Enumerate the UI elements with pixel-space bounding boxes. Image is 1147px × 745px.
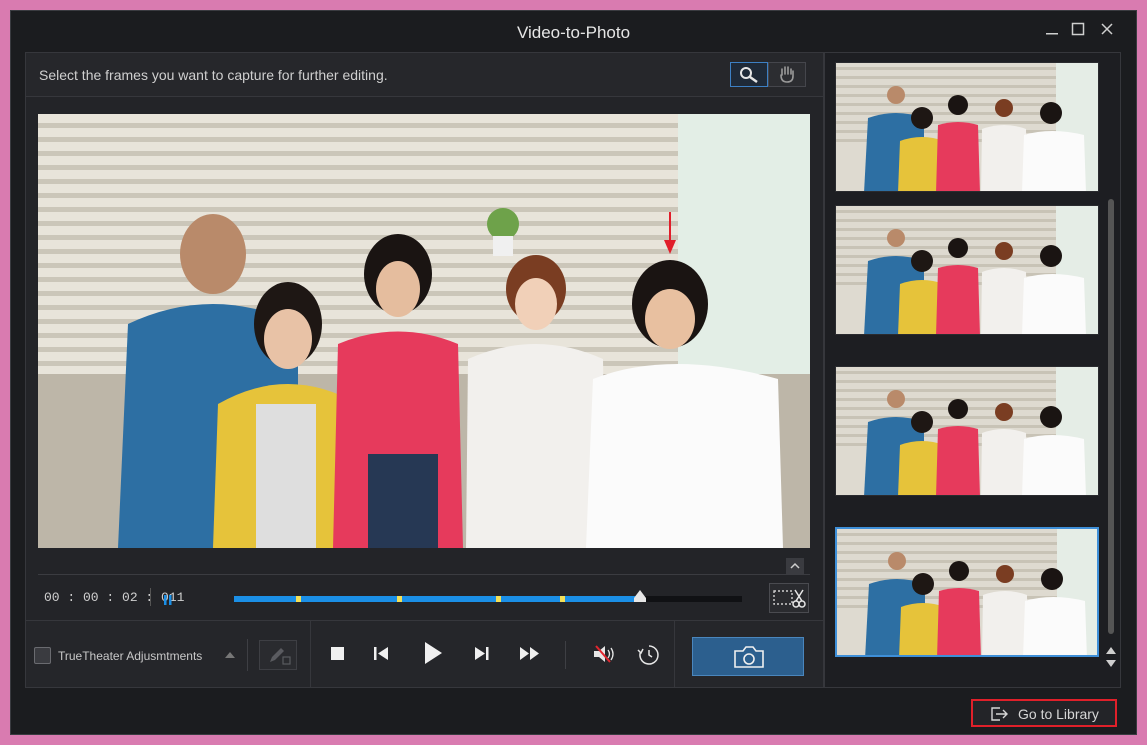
divider (38, 574, 810, 575)
truetheater-expand-icon[interactable] (225, 652, 235, 658)
mute-icon (594, 645, 614, 663)
thumbnail-frame[interactable] (835, 366, 1099, 496)
timer-icon (637, 645, 659, 665)
fast-forward-icon (520, 647, 539, 660)
instruction-bar: Select the frames you want to capture fo… (26, 53, 823, 97)
divider (674, 621, 675, 688)
pan-tool-button[interactable] (768, 62, 806, 87)
stop-icon (331, 647, 344, 660)
previous-frame-icon (374, 647, 388, 660)
preview-panel: Select the frames you want to capture fo… (25, 52, 824, 688)
zoom-tool-button[interactable] (730, 62, 768, 87)
divider (310, 621, 311, 688)
title-bar: Video-to-Photo (11, 11, 1136, 53)
previous-frame-button[interactable] (372, 643, 390, 670)
capture-marker (397, 596, 403, 602)
play-icon (425, 642, 442, 664)
scrollbar-thumb[interactable] (1108, 199, 1114, 634)
fast-forward-button[interactable] (518, 643, 542, 670)
captured-frames-panel (824, 52, 1121, 688)
play-button[interactable] (421, 639, 445, 672)
video-to-photo-window: Video-to-Photo Select the frames you wan… (10, 10, 1137, 735)
magnifier-icon (740, 67, 758, 84)
timer-button[interactable] (636, 643, 662, 672)
go-to-library-label: Go to Library (1018, 706, 1099, 722)
capture-marker (496, 596, 502, 602)
scroll-down-icon[interactable] (1106, 660, 1116, 667)
thumbnail-frame[interactable] (835, 205, 1099, 335)
scroll-up-icon[interactable] (1106, 647, 1116, 654)
close-icon[interactable] (1096, 21, 1118, 43)
go-to-library-button[interactable]: Go to Library (971, 699, 1117, 727)
collapse-button[interactable] (786, 558, 804, 574)
video-frame-image (38, 114, 810, 548)
capture-range-button[interactable] (769, 583, 809, 613)
pause-indicator (163, 592, 173, 610)
pause-icon (164, 595, 172, 605)
truetheater-label: TrueTheater Adjusmtments (58, 649, 203, 663)
instruction-text: Select the frames you want to capture fo… (39, 67, 388, 83)
video-preview[interactable] (38, 114, 810, 548)
truetheater-checkbox[interactable] (34, 647, 51, 664)
divider (247, 639, 248, 671)
capture-frame-button[interactable] (692, 637, 804, 676)
next-frame-icon (475, 647, 489, 660)
pen-icon (270, 648, 291, 665)
camera-icon (734, 646, 764, 668)
divider (150, 588, 151, 606)
thumbnail-frame[interactable] (835, 62, 1099, 192)
export-icon (991, 707, 1008, 721)
playhead-handle[interactable] (634, 589, 647, 607)
playback-controls: TrueTheater Adjusmtments (26, 620, 823, 688)
window-title: Video-to-Photo (516, 23, 631, 42)
chevron-up-icon (790, 562, 800, 569)
scissors-icon (773, 589, 806, 608)
capture-marker (295, 596, 301, 602)
thumbnail-frame[interactable] (835, 527, 1099, 657)
mute-button[interactable] (591, 643, 617, 670)
maximize-icon[interactable] (1067, 21, 1089, 43)
timeline-slider[interactable] (234, 596, 742, 602)
adjust-button[interactable] (259, 640, 297, 670)
capture-marker (559, 596, 565, 602)
minimize-icon[interactable] (1041, 21, 1063, 43)
hand-icon (780, 66, 794, 83)
stop-button[interactable] (329, 643, 347, 670)
next-frame-button[interactable] (473, 643, 491, 670)
divider (565, 641, 566, 669)
